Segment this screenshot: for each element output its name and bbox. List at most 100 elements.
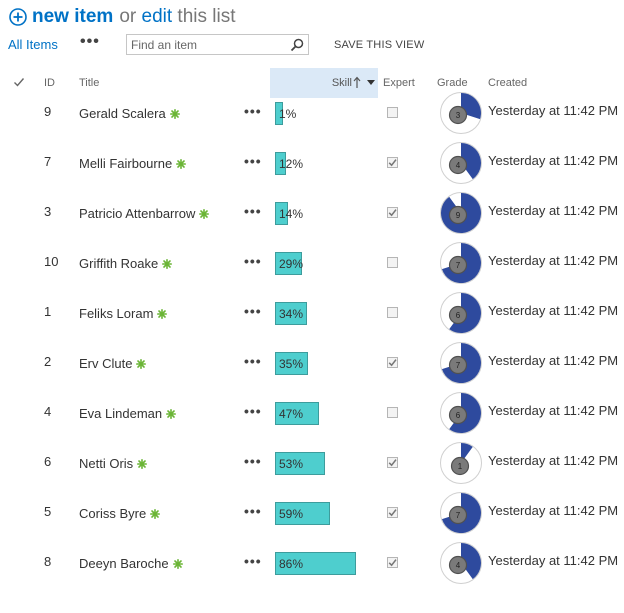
skill-value: 86%	[279, 557, 304, 571]
row-more-options-button[interactable]: •••	[244, 553, 262, 569]
sort-ascending-icon	[353, 76, 361, 88]
edit-list-link[interactable]: edit	[142, 6, 173, 27]
checkmark-icon	[388, 209, 397, 217]
list-rows: 9 Gerald Scalera ••• 1% 3 Yesterday at 1…	[0, 88, 624, 588]
expert-checkbox[interactable]	[387, 257, 398, 268]
table-row[interactable]: 4 Eva Lindeman ••• 47% 6 Yesterday at 11…	[0, 388, 624, 438]
add-circle-icon[interactable]	[9, 8, 27, 26]
checkmark-icon	[388, 359, 397, 367]
table-row[interactable]: 5 Coriss Byre ••• 59% 7 Yesterday at 11:…	[0, 488, 624, 538]
grade-value: 7	[456, 511, 461, 520]
expert-checkbox[interactable]	[387, 457, 398, 468]
row-more-options-button[interactable]: •••	[244, 103, 262, 119]
row-title-link[interactable]: Griffith Roake	[79, 256, 158, 271]
row-more-options-button[interactable]: •••	[244, 453, 262, 469]
search-box	[126, 34, 309, 55]
chevron-down-icon[interactable]	[367, 80, 375, 86]
expert-checkbox[interactable]	[387, 507, 398, 518]
grade-pie-chart: 1	[440, 442, 482, 484]
row-created: Yesterday at 11:42 PM	[488, 453, 619, 468]
checkmark-icon	[388, 159, 397, 167]
new-item-badge-icon	[162, 259, 173, 269]
all-items-view-tab[interactable]: All Items	[8, 37, 58, 52]
table-row[interactable]: 1 Feliks Loram ••• 34% 6 Yesterday at 11…	[0, 288, 624, 338]
expert-checkbox[interactable]	[387, 357, 398, 368]
search-input[interactable]	[131, 37, 281, 52]
row-more-options-button[interactable]: •••	[244, 153, 262, 169]
edit-list-tail: this list	[177, 6, 236, 27]
row-created: Yesterday at 11:42 PM	[488, 353, 619, 368]
grade-value: 1	[458, 462, 463, 471]
search-icon[interactable]	[290, 38, 304, 52]
row-title-link[interactable]: Erv Clute	[79, 356, 132, 371]
grade-pie-chart: 3	[440, 92, 482, 134]
row-more-options-button[interactable]: •••	[244, 353, 262, 369]
row-title: Gerald Scalera	[79, 106, 180, 121]
table-row[interactable]: 6 Netti Oris ••• 53% 1 Yesterday at 11:4…	[0, 438, 624, 488]
grade-value: 9	[456, 211, 461, 220]
table-row[interactable]: 3 Patricio Attenbarrow ••• 14% 9 Yesterd…	[0, 188, 624, 238]
row-title-link[interactable]: Gerald Scalera	[79, 106, 166, 121]
row-title-link[interactable]: Deeyn Baroche	[79, 556, 169, 571]
skill-value: 29%	[279, 257, 304, 271]
row-more-options-button[interactable]: •••	[244, 253, 262, 269]
row-title: Griffith Roake	[79, 256, 173, 271]
table-row[interactable]: 8 Deeyn Baroche ••• 86% 4 Yesterday at 1…	[0, 538, 624, 588]
grade-pie-chart: 7	[440, 492, 482, 534]
row-more-options-button[interactable]: •••	[244, 303, 262, 319]
new-item-badge-icon	[150, 509, 161, 519]
grade-value: 4	[456, 161, 461, 170]
row-title-link[interactable]: Netti Oris	[79, 456, 133, 471]
expert-checkbox[interactable]	[387, 157, 398, 168]
skill-value: 53%	[279, 457, 304, 471]
row-title-link[interactable]: Feliks Loram	[79, 306, 153, 321]
row-title: Patricio Attenbarrow	[79, 206, 210, 221]
select-all-checkmark-icon[interactable]	[13, 76, 25, 88]
view-more-button[interactable]: •••	[80, 33, 100, 51]
grade-pie-chart: 7	[440, 242, 482, 284]
edit-list-text: or edit this list	[119, 6, 235, 28]
new-item-badge-icon	[136, 359, 147, 369]
expert-checkbox[interactable]	[387, 307, 398, 318]
skill-value: 34%	[279, 307, 304, 321]
new-item-badge-icon	[137, 459, 148, 469]
row-title: Feliks Loram	[79, 306, 168, 321]
table-row[interactable]: 10 Griffith Roake ••• 29% 7 Yesterday at…	[0, 238, 624, 288]
row-title-link[interactable]: Coriss Byre	[79, 506, 146, 521]
expert-checkbox[interactable]	[387, 557, 398, 568]
new-item-badge-icon	[169, 109, 180, 119]
or-text: or	[119, 6, 137, 27]
row-created: Yesterday at 11:42 PM	[488, 103, 619, 118]
expert-checkbox[interactable]	[387, 407, 398, 418]
row-id: 1	[44, 304, 52, 319]
row-title: Erv Clute	[79, 356, 147, 371]
checkmark-icon	[388, 509, 397, 517]
skill-value: 1%	[279, 107, 297, 121]
row-title: Deeyn Baroche	[79, 556, 183, 571]
row-title: Netti Oris	[79, 456, 148, 471]
table-row[interactable]: 9 Gerald Scalera ••• 1% 3 Yesterday at 1…	[0, 88, 624, 138]
row-title-link[interactable]: Eva Lindeman	[79, 406, 162, 421]
save-this-view-button[interactable]: SAVE THIS VIEW	[334, 39, 424, 51]
row-title-link[interactable]: Melli Fairbourne	[79, 156, 172, 171]
row-created: Yesterday at 11:42 PM	[488, 403, 619, 418]
row-more-options-button[interactable]: •••	[244, 203, 262, 219]
expert-checkbox[interactable]	[387, 207, 398, 218]
new-item-badge-icon	[199, 209, 210, 219]
row-more-options-button[interactable]: •••	[244, 403, 262, 419]
expert-checkbox[interactable]	[387, 107, 398, 118]
table-row[interactable]: 7 Melli Fairbourne ••• 12% 4 Yesterday a…	[0, 138, 624, 188]
row-id: 3	[44, 204, 52, 219]
grade-pie-chart: 7	[440, 342, 482, 384]
row-id: 6	[44, 454, 52, 469]
skill-value: 14%	[279, 207, 304, 221]
table-row[interactable]: 2 Erv Clute ••• 35% 7 Yesterday at 11:42…	[0, 338, 624, 388]
skill-value: 35%	[279, 357, 304, 371]
row-title-link[interactable]: Patricio Attenbarrow	[79, 206, 195, 221]
skill-value: 47%	[279, 407, 304, 421]
new-item-link[interactable]: new item	[32, 6, 113, 28]
grade-value: 4	[456, 561, 461, 570]
new-item-badge-icon	[172, 559, 183, 569]
grade-pie-chart: 9	[440, 192, 482, 234]
row-more-options-button[interactable]: •••	[244, 503, 262, 519]
